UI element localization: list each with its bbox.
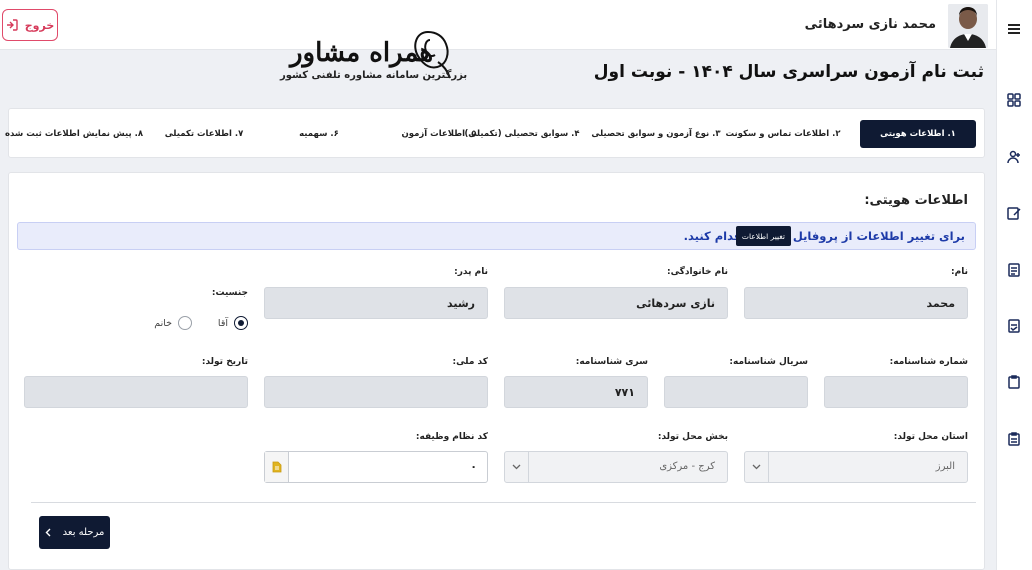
section-title: اطلاعات هویتی: bbox=[864, 193, 968, 208]
info-alert: برای تغییر اطلاعات از پروفایل کاربری اقد… bbox=[17, 222, 976, 250]
chevron-left-icon bbox=[45, 528, 51, 537]
avatar[interactable] bbox=[948, 4, 988, 48]
father-name-field[interactable]: رشید bbox=[264, 287, 488, 319]
logout-icon bbox=[6, 19, 18, 31]
birth-province-value: البرز bbox=[935, 461, 955, 472]
step-contact[interactable]: ۲. اطلاعات تماس و سکونت bbox=[724, 120, 842, 148]
logo-text: همراه مشاور bbox=[290, 38, 434, 68]
menu-icon[interactable] bbox=[1005, 20, 1023, 38]
birth-date-field[interactable] bbox=[24, 376, 248, 408]
page-title: ثبت نام آزمون سراسری سال ۱۴۰۴ - نوبت اول bbox=[593, 62, 984, 82]
last-name-label: نام خانوادگی: bbox=[666, 267, 728, 277]
father-name-label: نام پدر: bbox=[454, 267, 488, 277]
edit-icon[interactable] bbox=[1005, 204, 1023, 222]
step-quota[interactable]: ۶. سهمیه bbox=[274, 120, 364, 148]
user-add-icon[interactable] bbox=[1005, 148, 1023, 166]
logout-button[interactable]: خروج bbox=[2, 9, 58, 41]
id-number-field[interactable] bbox=[824, 376, 968, 408]
user-name: محمد نازی سردهائی bbox=[804, 17, 936, 32]
info-text: برای تغییر اطلاعات از پروفایل کاربری اقد… bbox=[683, 229, 965, 243]
first-name-field[interactable]: محمد bbox=[744, 287, 968, 319]
step-preview[interactable]: ۸. پیش نمایش اطلاعات ثبت شده bbox=[5, 120, 143, 148]
birth-district-select[interactable]: کرج - مرکزی bbox=[504, 451, 728, 483]
birth-date-label: تاریخ تولد: bbox=[201, 357, 248, 367]
id-series-label: سری شناسنامه: bbox=[575, 357, 648, 367]
gender-female-label: خانم bbox=[154, 317, 172, 329]
birth-district-value: کرج - مرکزی bbox=[659, 461, 715, 472]
first-name-label: نام: bbox=[951, 267, 968, 277]
national-code-field[interactable] bbox=[264, 376, 488, 408]
gender-label: جنسیت: bbox=[211, 288, 248, 298]
gender-male-label: آقا bbox=[217, 317, 228, 329]
military-code-input[interactable]: ۰ bbox=[264, 451, 488, 483]
clipboard-icon[interactable] bbox=[1005, 373, 1023, 391]
gender-male-option[interactable]: آقا bbox=[218, 316, 248, 330]
last-name-value: نازی سردهائی bbox=[636, 297, 715, 310]
document-icon bbox=[265, 452, 289, 482]
chevron-down-icon bbox=[745, 452, 769, 482]
top-bar: خروج محمد نازی سردهائی bbox=[0, 0, 996, 50]
id-serial-label: سریال شناسنامه: bbox=[729, 357, 808, 367]
clipboard-list-icon[interactable] bbox=[1005, 430, 1023, 448]
national-code-label: کد ملی: bbox=[452, 357, 488, 367]
logout-label: خروج bbox=[24, 18, 55, 32]
next-step-label: مرحله بعد bbox=[62, 527, 105, 538]
document-check-icon[interactable] bbox=[1005, 317, 1023, 335]
logo-subtitle: بزرگترین سامانه مشاوره تلفنی کشور bbox=[280, 70, 468, 81]
birth-district-label: بخش محل تولد: bbox=[657, 432, 728, 442]
gender-male-radio[interactable] bbox=[234, 316, 248, 330]
military-code-value: ۰ bbox=[470, 460, 477, 473]
step-supplementary[interactable]: ۷. اطلاعات تکمیلی bbox=[154, 120, 254, 148]
military-code-label: کد نظام وظیفه: bbox=[415, 432, 488, 442]
last-name-field[interactable]: نازی سردهائی bbox=[504, 287, 728, 319]
identity-form-card: اطلاعات هویتی: برای تغییر اطلاعات از پرو… bbox=[8, 172, 985, 570]
side-navigation bbox=[996, 0, 1032, 570]
next-step-button[interactable]: مرحله بعد bbox=[39, 516, 110, 549]
birth-province-select[interactable]: البرز bbox=[744, 451, 968, 483]
first-name-value: محمد bbox=[926, 297, 955, 310]
document-icon[interactable] bbox=[1005, 261, 1023, 279]
divider bbox=[31, 502, 976, 503]
step-exam-type[interactable]: ۳. نوع آزمون و سوابق تحصیلی bbox=[586, 120, 726, 148]
change-info-button[interactable]: تغییر اطلاعات bbox=[735, 226, 791, 246]
step-identity[interactable]: ۱. اطلاعات هویتی bbox=[860, 120, 976, 148]
father-name-value: رشید bbox=[447, 297, 475, 310]
step-exam-info[interactable]: ۵. اطلاعات آزمون bbox=[394, 120, 484, 148]
birth-province-label: استان محل تولد: bbox=[893, 432, 968, 442]
id-series-value: ۷۷۱ bbox=[614, 386, 635, 399]
registration-stepper: ۱. اطلاعات هویتی ۲. اطلاعات تماس و سکونت… bbox=[5, 108, 985, 158]
dashboard-grid-icon[interactable] bbox=[1005, 91, 1023, 109]
gender-female-option[interactable]: خانم bbox=[154, 316, 192, 330]
id-number-label: شماره شناسنامه: bbox=[889, 357, 968, 367]
chevron-down-icon bbox=[505, 452, 529, 482]
id-serial-field[interactable] bbox=[664, 376, 808, 408]
gender-female-radio[interactable] bbox=[178, 316, 192, 330]
id-series-field[interactable]: ۷۷۱ bbox=[504, 376, 648, 408]
